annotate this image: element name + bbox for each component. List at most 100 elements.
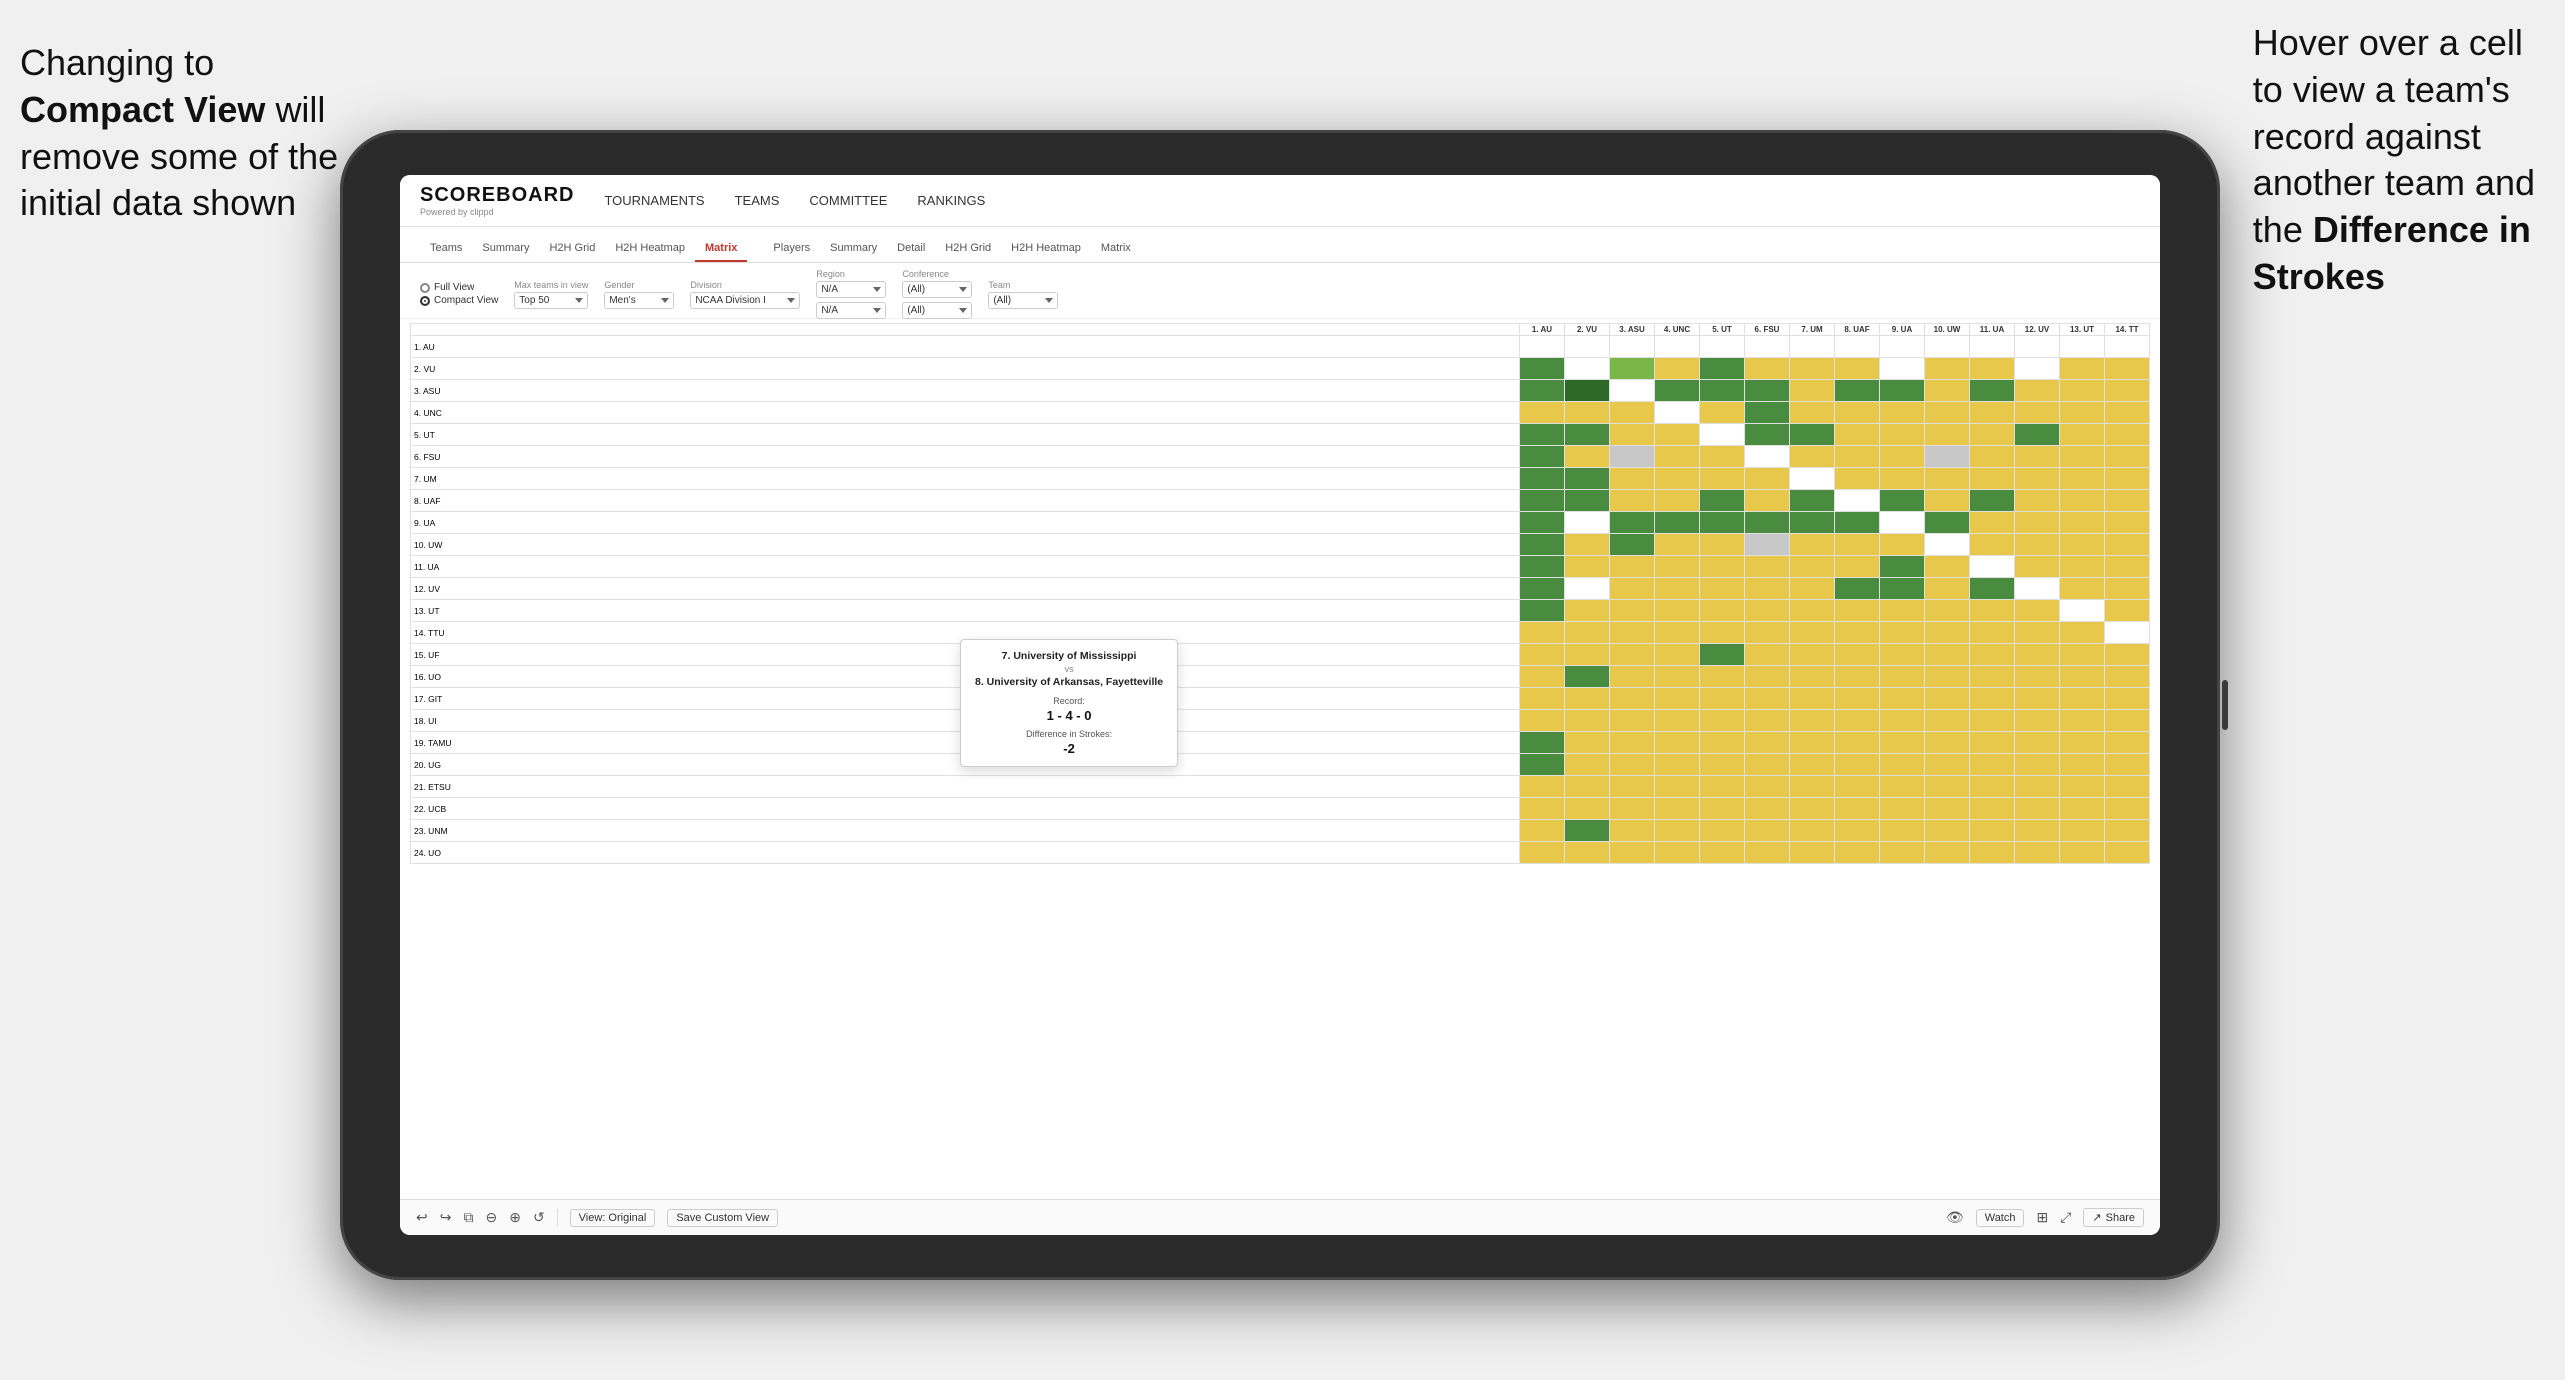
nav-teams[interactable]: TEAMS	[735, 189, 780, 212]
matrix-cell[interactable]	[1700, 710, 1745, 732]
matrix-cell[interactable]	[1745, 688, 1790, 710]
matrix-cell[interactable]	[1655, 380, 1700, 402]
matrix-cell[interactable]	[1565, 402, 1610, 424]
matrix-cell[interactable]	[1925, 732, 1970, 754]
matrix-cell[interactable]	[1745, 732, 1790, 754]
matrix-cell[interactable]	[1700, 820, 1745, 842]
matrix-cell[interactable]	[1880, 600, 1925, 622]
matrix-cell[interactable]	[1520, 402, 1565, 424]
zoom-in-button[interactable]: ⊕	[509, 1209, 521, 1226]
matrix-cell[interactable]	[2105, 820, 2150, 842]
matrix-cell[interactable]	[1835, 424, 1880, 446]
matrix-cell[interactable]	[1745, 534, 1790, 556]
matrix-cell[interactable]	[1700, 512, 1745, 534]
matrix-cell[interactable]	[2105, 688, 2150, 710]
matrix-cell[interactable]	[1970, 468, 2015, 490]
matrix-cell[interactable]	[1880, 424, 1925, 446]
table-row[interactable]: 21. ETSU	[411, 776, 2150, 798]
matrix-cell[interactable]	[1700, 622, 1745, 644]
matrix-cell[interactable]	[1565, 644, 1610, 666]
matrix-cell[interactable]	[1970, 534, 2015, 556]
matrix-cell[interactable]	[1925, 776, 1970, 798]
matrix-cell[interactable]	[2015, 732, 2060, 754]
matrix-cell[interactable]	[1925, 380, 1970, 402]
matrix-cell[interactable]	[1565, 820, 1610, 842]
table-row[interactable]: 7. UM	[411, 468, 2150, 490]
tab-players-summary[interactable]: Summary	[820, 236, 887, 262]
matrix-cell[interactable]	[2015, 644, 2060, 666]
matrix-cell[interactable]	[1790, 556, 1835, 578]
matrix-cell[interactable]	[1835, 556, 1880, 578]
matrix-cell[interactable]	[2105, 754, 2150, 776]
matrix-cell[interactable]	[1880, 336, 1925, 358]
matrix-cell[interactable]	[2015, 380, 2060, 402]
matrix-cell[interactable]	[2015, 754, 2060, 776]
matrix-cell[interactable]	[1790, 358, 1835, 380]
matrix-cell[interactable]	[2060, 710, 2105, 732]
matrix-cell[interactable]	[1610, 556, 1655, 578]
matrix-cell[interactable]	[1700, 842, 1745, 864]
matrix-cell[interactable]	[2060, 798, 2105, 820]
matrix-cell[interactable]	[1970, 556, 2015, 578]
matrix-cell[interactable]	[1565, 732, 1610, 754]
matrix-cell[interactable]	[1835, 600, 1880, 622]
matrix-cell[interactable]	[1745, 666, 1790, 688]
matrix-cell[interactable]	[2105, 402, 2150, 424]
matrix-cell[interactable]	[1565, 710, 1610, 732]
matrix-cell[interactable]	[2015, 358, 2060, 380]
matrix-cell[interactable]	[1610, 578, 1655, 600]
matrix-cell[interactable]	[1700, 402, 1745, 424]
matrix-cell[interactable]	[1835, 754, 1880, 776]
matrix-cell[interactable]	[1655, 666, 1700, 688]
matrix-cell[interactable]	[1880, 688, 1925, 710]
matrix-cell[interactable]	[2015, 446, 2060, 468]
table-row[interactable]: 12. UV	[411, 578, 2150, 600]
matrix-cell[interactable]	[2015, 842, 2060, 864]
matrix-cell[interactable]	[2105, 336, 2150, 358]
matrix-cell[interactable]	[1880, 842, 1925, 864]
matrix-cell[interactable]	[1925, 622, 1970, 644]
table-row[interactable]: 20. UG	[411, 754, 2150, 776]
matrix-cell[interactable]	[1925, 754, 1970, 776]
matrix-cell[interactable]	[1565, 424, 1610, 446]
matrix-cell[interactable]	[1520, 820, 1565, 842]
matrix-cell[interactable]	[1610, 776, 1655, 798]
matrix-cell[interactable]	[2105, 534, 2150, 556]
matrix-cell[interactable]	[1790, 798, 1835, 820]
matrix-cell[interactable]	[1655, 534, 1700, 556]
matrix-cell[interactable]	[1520, 666, 1565, 688]
matrix-cell[interactable]	[1970, 380, 2015, 402]
table-row[interactable]: 3. ASU	[411, 380, 2150, 402]
matrix-cell[interactable]	[1880, 644, 1925, 666]
max-teams-select[interactable]: Top 50	[514, 292, 588, 309]
matrix-cell[interactable]	[1790, 424, 1835, 446]
matrix-cell[interactable]	[1700, 468, 1745, 490]
matrix-cell[interactable]	[1565, 534, 1610, 556]
matrix-cell[interactable]	[1610, 424, 1655, 446]
matrix-cell[interactable]	[1970, 644, 2015, 666]
matrix-cell[interactable]	[1790, 380, 1835, 402]
matrix-cell[interactable]	[1565, 798, 1610, 820]
matrix-cell[interactable]	[2060, 644, 2105, 666]
matrix-cell[interactable]	[1835, 732, 1880, 754]
matrix-cell[interactable]	[1790, 732, 1835, 754]
tab-h2h-grid[interactable]: H2H Grid	[539, 236, 605, 262]
matrix-cell[interactable]	[1880, 622, 1925, 644]
matrix-cell[interactable]	[1520, 424, 1565, 446]
matrix-cell[interactable]	[1880, 380, 1925, 402]
matrix-cell[interactable]	[1835, 402, 1880, 424]
matrix-cell[interactable]	[1925, 512, 1970, 534]
matrix-cell[interactable]	[1745, 644, 1790, 666]
matrix-cell[interactable]	[2105, 622, 2150, 644]
matrix-cell[interactable]	[2015, 600, 2060, 622]
matrix-cell[interactable]	[1610, 402, 1655, 424]
tab-players-h2h-grid[interactable]: H2H Grid	[935, 236, 1001, 262]
matrix-cell[interactable]	[1745, 710, 1790, 732]
table-row[interactable]: 2. VU	[411, 358, 2150, 380]
zoom-out-button[interactable]: ⊖	[485, 1209, 497, 1226]
matrix-cell[interactable]	[2060, 490, 2105, 512]
matrix-cell[interactable]	[1520, 688, 1565, 710]
matrix-cell[interactable]	[1520, 842, 1565, 864]
matrix-cell[interactable]	[2015, 556, 2060, 578]
matrix-cell[interactable]	[1970, 600, 2015, 622]
